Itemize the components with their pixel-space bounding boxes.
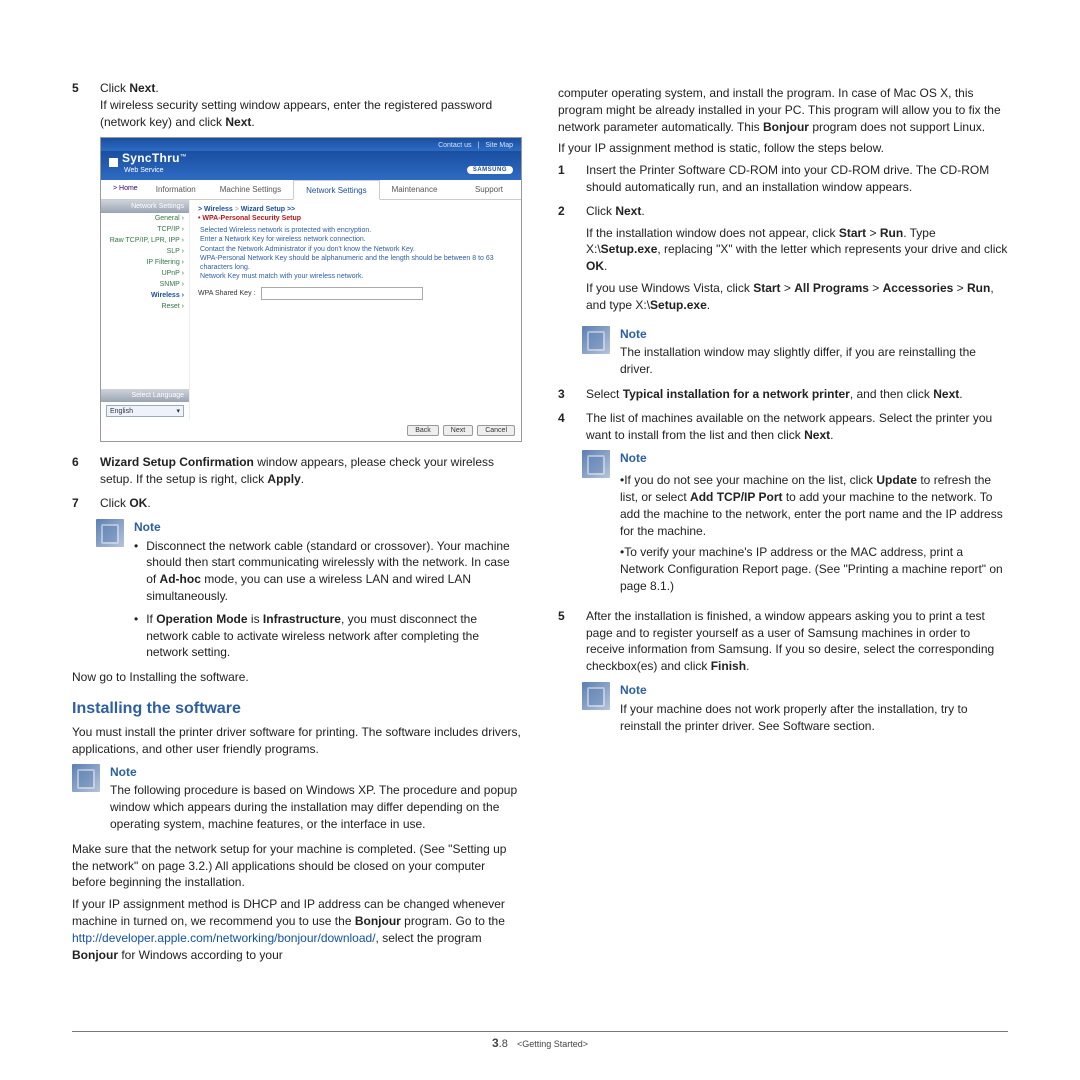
samsung-brand: SAMSUNG [467,166,513,174]
section-installing-software: Installing the software [72,700,522,718]
step-5b: 5 After the installation is finished, a … [558,608,1008,675]
now-go-to: Now go to Installing the software. [72,669,522,686]
sidebar-language-heading: Select Language [101,389,189,402]
syncthru-screenshot: Contact us | Site Map SyncThru™Web Servi… [100,137,522,442]
tab-home: > Home [107,180,144,199]
paragraph: Make sure that the network setup for you… [72,841,522,891]
tab-support: Support [463,180,515,199]
note-block: Note •If you do not see your machine on … [582,450,1008,599]
note-block: Note The installation window may slightl… [582,326,1008,378]
note-icon [582,450,610,478]
step-1: 1 Insert the Printer Software CD-ROM int… [558,162,1008,196]
tab-machine-settings: Machine Settings [208,180,293,199]
note-title: Note [134,519,522,536]
wpa-key-row: WPA Shared Key : [198,287,513,300]
note-block: Note The following procedure is based on… [72,764,522,833]
note-icon [96,519,124,547]
tab-network-settings: Network Settings [293,180,379,200]
note-icon [72,764,100,792]
sidebar-item: TCP/IP › [101,224,189,235]
note-icon [582,326,610,354]
note-icon [582,682,610,710]
sidebar-item: Reset › [101,301,189,312]
tab-maintenance: Maintenance [380,180,450,199]
cancel-button: Cancel [477,425,515,436]
sidebar-item-wireless: Wireless › [101,290,189,301]
contact-link: Contact us [438,142,471,149]
step-3: 3 Select Typical installation for a netw… [558,386,1008,403]
step-number: 5 [72,80,86,130]
sidebar-item: General › [101,213,189,224]
shot-main: > Wireless > Wizard Setup >> • WPA-Perso… [190,200,521,420]
setup-title: • WPA-Personal Security Setup [198,215,513,222]
paragraph: If your IP assignment method is DHCP and… [72,896,522,963]
wpa-key-input [261,287,423,300]
language-select: English▾ [106,405,184,417]
step-6: 6 Wizard Setup Confirmation window appea… [72,454,522,488]
paragraph: If your IP assignment method is static, … [558,140,1008,157]
paragraph: computer operating system, and install t… [558,85,1008,135]
note-block: Note If your machine does not work prope… [582,682,1008,734]
step-5: 5 Click Next. If wireless security setti… [72,80,522,130]
chevron-down-icon: ▾ [176,407,180,415]
sitemap-link: Site Map [485,142,513,149]
back-button: Back [407,425,439,436]
sidebar-item: UPnP › [101,268,189,279]
step-4: 4 The list of machines available on the … [558,410,1008,444]
sidebar-heading: Network Settings [101,200,189,213]
shot-sidebar: Network Settings General › TCP/IP › Raw … [101,200,190,420]
sidebar-item: SLP › [101,246,189,257]
shot-top-links: Contact us | Site Map [101,138,521,151]
shot-buttons: Back Next Cancel [101,420,521,441]
sidebar-item: SNMP › [101,279,189,290]
step-7: 7 Click OK. [72,495,522,512]
logo-square-icon [109,158,118,167]
step-text: Click Next. If wireless security setting… [100,80,522,130]
bonjour-url[interactable]: http://developer.apple.com/networking/bo… [72,931,376,945]
note-block: Note •Disconnect the network cable (stan… [96,519,522,661]
tab-information: Information [144,180,208,199]
install-intro: You must install the printer driver soft… [72,724,522,758]
next-button: Next [443,425,473,436]
sidebar-item: IP Filtering › [101,257,189,268]
shot-tabs: > Home Information Machine Settings Netw… [101,180,521,200]
page-footer: 3.8 <Getting Started> [72,1031,1008,1050]
sidebar-item: Raw TCP/IP, LPR, IPP › [101,235,189,246]
wpa-key-label: WPA Shared Key : [198,290,255,297]
breadcrumb: > Wireless > Wizard Setup >> [198,206,513,213]
syncthru-logo: SyncThru™Web Service [109,151,186,174]
step-2: 2 Click Next. If the installation window… [558,203,1008,319]
